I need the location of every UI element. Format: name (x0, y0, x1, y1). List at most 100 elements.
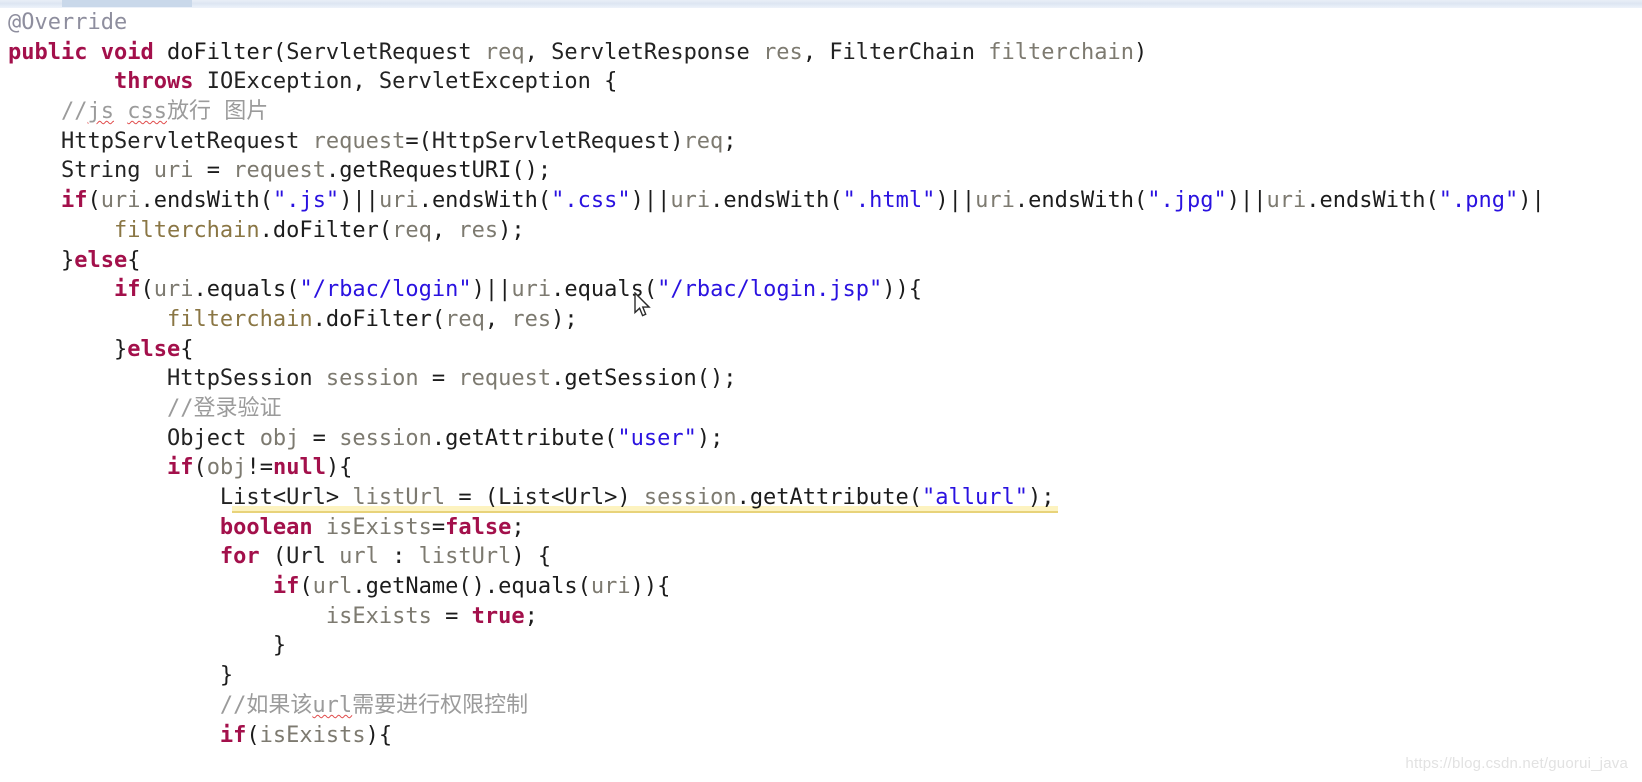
code-line[interactable]: filterchain.doFilter(req, res); (0, 305, 1642, 335)
code-token: ; (511, 514, 525, 540)
code-token: @Override (8, 10, 128, 35)
code-line[interactable]: HttpSession session = request.getSession… (0, 364, 1642, 394)
code-token: . (1014, 188, 1029, 214)
code-token: public (8, 39, 88, 65)
code-token: null (272, 455, 326, 481)
code-line[interactable]: @Override (0, 8, 1642, 38)
code-line[interactable]: //js css放行 图片 (0, 97, 1642, 127)
code-token: ( (140, 277, 154, 303)
code-token: uri (975, 188, 1015, 214)
code-token: session (339, 425, 432, 451)
code-token: ){ (325, 455, 353, 481)
code-token: (); (511, 158, 552, 184)
code-token: equals (206, 277, 287, 303)
code-token: { (127, 247, 141, 273)
code-token: doFilter (166, 39, 273, 65)
code-token: if (60, 188, 88, 214)
code-line[interactable]: throws IOException, ServletException { (0, 67, 1642, 97)
code-token: ( (1134, 188, 1148, 214)
code-token: filterchain (988, 39, 1134, 65)
code-token: , (524, 39, 552, 65)
code-token: . (710, 188, 724, 214)
code-line[interactable]: } (0, 631, 1642, 661)
code-token: != (246, 455, 273, 481)
code-token: ( (272, 39, 287, 65)
code-token: "allurl" (922, 485, 1028, 510)
code-token: equals (498, 574, 578, 600)
code-token: uri (670, 188, 711, 214)
code-token: = (299, 425, 340, 451)
code-token: . (736, 485, 750, 510)
code-token: ) { (511, 544, 552, 570)
code-editor-screenshot: @Override public void doFilter(ServletReq… (0, 0, 1642, 782)
code-token: ( (193, 455, 207, 481)
code-line[interactable]: HttpServletRequest request=(HttpServletR… (0, 127, 1642, 157)
code-line[interactable]: List<Url> listUrl = (List<Url>) session.… (0, 483, 1642, 513)
editor-tab-remnant[interactable] (62, 0, 192, 7)
code-token: endsWith (1319, 188, 1426, 214)
code-token: ( (259, 544, 287, 570)
code-line[interactable]: //登录验证 (0, 394, 1642, 424)
code-token: ; (524, 603, 538, 629)
code-token: ( (537, 188, 552, 214)
code-token: throws (113, 69, 194, 95)
code-token: "/rbac/login" (299, 277, 472, 303)
code-token: < (551, 485, 565, 510)
code-token: else (74, 247, 128, 273)
code-token: > (325, 485, 353, 510)
code-token: List (219, 485, 273, 510)
code-token: (). (458, 574, 499, 600)
code-line[interactable]: if(uri.endsWith(".js")||uri.endsWith(".c… (0, 186, 1642, 216)
code-token: )){ (882, 277, 923, 303)
code-line[interactable]: String uri = request.getRequestURI(); (0, 156, 1642, 186)
code-token: getName (365, 574, 459, 600)
code-token: endsWith (431, 188, 538, 214)
code-line[interactable]: } (0, 661, 1642, 691)
code-token: IOException (206, 69, 353, 95)
code-token: uri (378, 188, 419, 214)
code-token: else (127, 336, 181, 362)
code-line[interactable]: isExists = true; (0, 602, 1642, 632)
code-token: "user" (617, 425, 697, 451)
code-token: ( (286, 277, 300, 303)
code-token: res (458, 217, 499, 243)
code-line[interactable]: for (Url url : listUrl) { (0, 542, 1642, 572)
code-line[interactable]: if(isExists){ (0, 721, 1642, 751)
code-token: boolean (219, 514, 313, 540)
code-token: List (498, 485, 552, 510)
code-token: request (233, 158, 326, 184)
code-line[interactable]: if(uri.equals("/rbac/login")||uri.equals… (0, 275, 1642, 305)
code-token: . (431, 425, 446, 451)
code-token: Object (166, 425, 247, 451)
code-line[interactable]: if(url.getName().equals(uri)){ (0, 572, 1642, 602)
code-line[interactable]: }else{ (0, 335, 1642, 365)
code-line[interactable]: //如果该url需要进行权限控制 (0, 691, 1642, 721)
code-line[interactable]: if(obj!=null){ (0, 453, 1642, 483)
code-token: req (484, 39, 525, 65)
java-code-editor[interactable]: @Override public void doFilter(ServletReq… (0, 8, 1642, 782)
code-token: (); (696, 366, 737, 392)
code-token: //如果该 (219, 692, 313, 718)
code-line[interactable]: filterchain.doFilter(req, res); (0, 216, 1642, 246)
code-token: uri (1266, 188, 1307, 214)
code-token: = (418, 366, 459, 392)
code-token: true (471, 603, 525, 629)
code-line[interactable]: Object obj = session.getAttribute("user"… (0, 424, 1642, 454)
code-line[interactable]: boolean isExists=false; (0, 513, 1642, 543)
code-token: isExists (259, 722, 366, 748)
code-token: js (87, 99, 114, 125)
code-token: ServletRequest (286, 39, 472, 65)
code-token: = ( (445, 485, 499, 510)
code-token: Url (286, 544, 326, 570)
code-line[interactable]: public void doFilter(ServletRequest req,… (0, 38, 1642, 68)
code-line[interactable]: }else{ (0, 246, 1642, 276)
code-token: url (339, 544, 379, 570)
code-token: . (352, 574, 366, 600)
